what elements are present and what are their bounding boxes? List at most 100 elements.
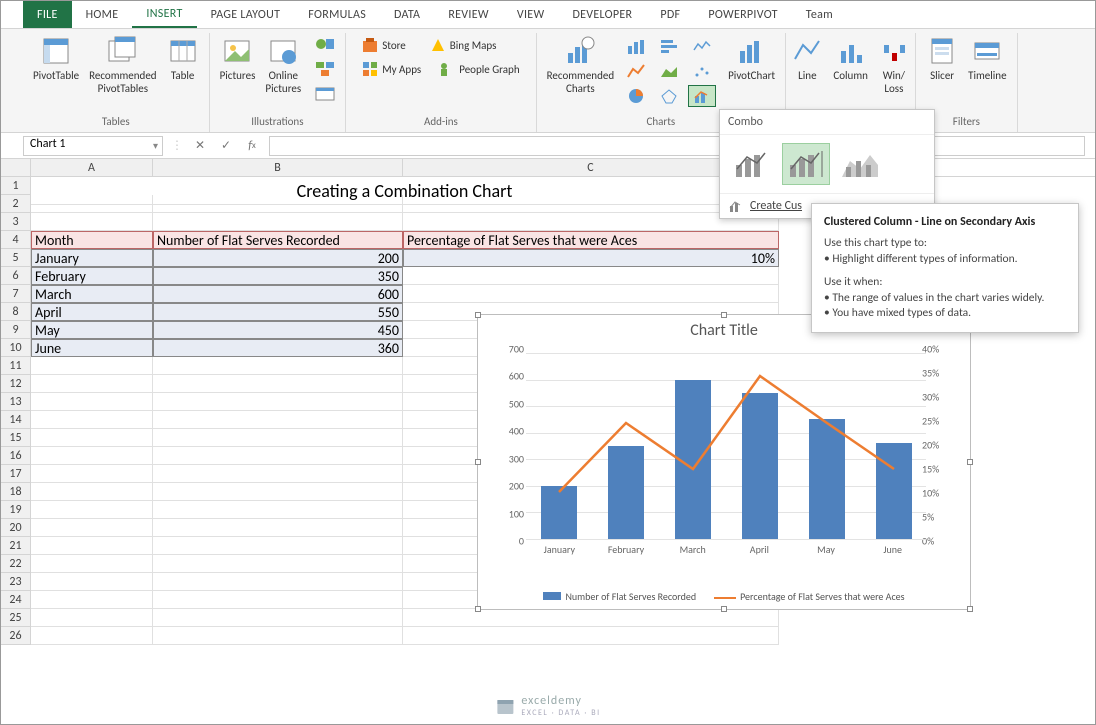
embedded-chart[interactable]: Chart Title 0 100 200 300 400 500 600 70… [477,314,971,610]
cell-b10[interactable]: 360 [153,339,403,357]
row-hdr-2[interactable]: 2 [1,195,31,213]
cell-a4[interactable]: Month [31,231,153,249]
tab-formulas[interactable]: FORMULAS [294,1,380,28]
cell-a16[interactable] [31,447,153,465]
stock-chart-button[interactable] [688,35,716,57]
cell-b21[interactable] [153,537,403,555]
col-hdr-a[interactable]: A [31,159,153,176]
cell-b23[interactable] [153,573,403,591]
cell-c5[interactable]: 10% [403,249,779,267]
enter-formula-button[interactable]: ✓ [217,137,235,155]
cell-b12[interactable] [153,375,403,393]
cell-a25[interactable] [31,609,153,627]
cell-b24[interactable] [153,591,403,609]
pivottable-button[interactable]: PivotTable [29,33,83,82]
online-pictures-button[interactable]: Online Pictures [261,33,305,95]
cell-a23[interactable] [31,573,153,591]
cell-b9[interactable]: 450 [153,321,403,339]
tab-team[interactable]: Team [792,1,847,28]
table-button[interactable]: Table [163,33,203,82]
area-chart-button[interactable] [655,60,683,82]
cell-a11[interactable] [31,357,153,375]
cell-b18[interactable] [153,483,403,501]
cell-b5[interactable]: 200 [153,249,403,267]
tab-pagelayout[interactable]: PAGE LAYOUT [197,1,295,28]
tab-file[interactable]: FILE [23,1,72,28]
myapps-button[interactable]: My Apps [358,59,425,79]
chart-legend[interactable]: Number of Flat Serves Recorded Percentag… [478,590,970,603]
combo-chart-button[interactable] [688,85,716,107]
cell-a15[interactable] [31,429,153,447]
pie-chart-button[interactable] [622,85,650,107]
rec-charts-button[interactable]: Recommended Charts [543,33,618,95]
tab-data[interactable]: DATA [380,1,434,28]
cell-a7[interactable]: March [31,285,153,303]
row-hdr-18[interactable]: 18 [1,483,31,501]
row-hdr-23[interactable]: 23 [1,573,31,591]
tab-home[interactable]: HOME [72,1,133,28]
tab-review[interactable]: REVIEW [434,1,503,28]
cell-a21[interactable] [31,537,153,555]
cell-a13[interactable] [31,393,153,411]
cell-b16[interactable] [153,447,403,465]
cell-b19[interactable] [153,501,403,519]
plot-area[interactable] [526,353,926,539]
sparkline-winloss-button[interactable]: Win/ Loss [874,33,914,95]
cell-b8[interactable]: 550 [153,303,403,321]
cell-a20[interactable] [31,519,153,537]
combo-opt-clustered-line[interactable] [728,143,776,185]
row-hdr-13[interactable]: 13 [1,393,31,411]
cell-b15[interactable] [153,429,403,447]
cell-a6[interactable]: February [31,267,153,285]
row-hdr-8[interactable]: 8 [1,303,31,321]
row-hdr-26[interactable]: 26 [1,627,31,645]
cell-a14[interactable] [31,411,153,429]
tab-view[interactable]: VIEW [503,1,559,28]
cell-b6[interactable]: 350 [153,267,403,285]
pivotchart-button[interactable]: PivotChart [724,33,779,82]
row-hdr-20[interactable]: 20 [1,519,31,537]
cell-b26[interactable] [153,627,403,645]
row-hdr-4[interactable]: 4 [1,231,31,249]
cell-b3[interactable] [153,213,403,231]
cell-b20[interactable] [153,519,403,537]
cell-b22[interactable] [153,555,403,573]
row-hdr-12[interactable]: 12 [1,375,31,393]
cell-b14[interactable] [153,411,403,429]
bingmaps-button[interactable]: Bing Maps [426,35,501,55]
cell-b13[interactable] [153,393,403,411]
row-hdr-16[interactable]: 16 [1,447,31,465]
tab-powerpivot[interactable]: POWERPIVOT [694,1,791,28]
name-box[interactable]: Chart 1 [23,136,163,156]
store-button[interactable]: Store [358,35,410,55]
row-hdr-5[interactable]: 5 [1,249,31,267]
bar-chart-button[interactable] [655,35,683,57]
rec-pivottable-button[interactable]: Recommended PivotTables [85,33,160,95]
row-hdr-10[interactable]: 10 [1,339,31,357]
fx-button[interactable]: fx [243,137,261,155]
cell-a5[interactable]: January [31,249,153,267]
line-chart-button[interactable] [622,60,650,82]
tab-insert[interactable]: INSERT [132,1,196,28]
row-hdr-6[interactable]: 6 [1,267,31,285]
row-hdr-9[interactable]: 9 [1,321,31,339]
col-hdr-b[interactable]: B [153,159,403,176]
smartart-button[interactable] [311,58,339,80]
cell-c26[interactable] [403,627,779,645]
row-hdr-3[interactable]: 3 [1,213,31,231]
row-hdr-15[interactable]: 15 [1,429,31,447]
cell-b7[interactable]: 600 [153,285,403,303]
cell-a9[interactable]: May [31,321,153,339]
cell-b25[interactable] [153,609,403,627]
cell-b17[interactable] [153,465,403,483]
cell-c4[interactable]: Percentage of Flat Serves that were Aces [403,231,779,249]
sparkline-line-button[interactable]: Line [787,33,827,82]
line-series[interactable] [526,353,926,539]
scatter-chart-button[interactable] [688,60,716,82]
tab-developer[interactable]: DEVELOPER [558,1,646,28]
cell-a22[interactable] [31,555,153,573]
cell-a19[interactable] [31,501,153,519]
cell-a17[interactable] [31,465,153,483]
cell-a24[interactable] [31,591,153,609]
row-hdr-7[interactable]: 7 [1,285,31,303]
